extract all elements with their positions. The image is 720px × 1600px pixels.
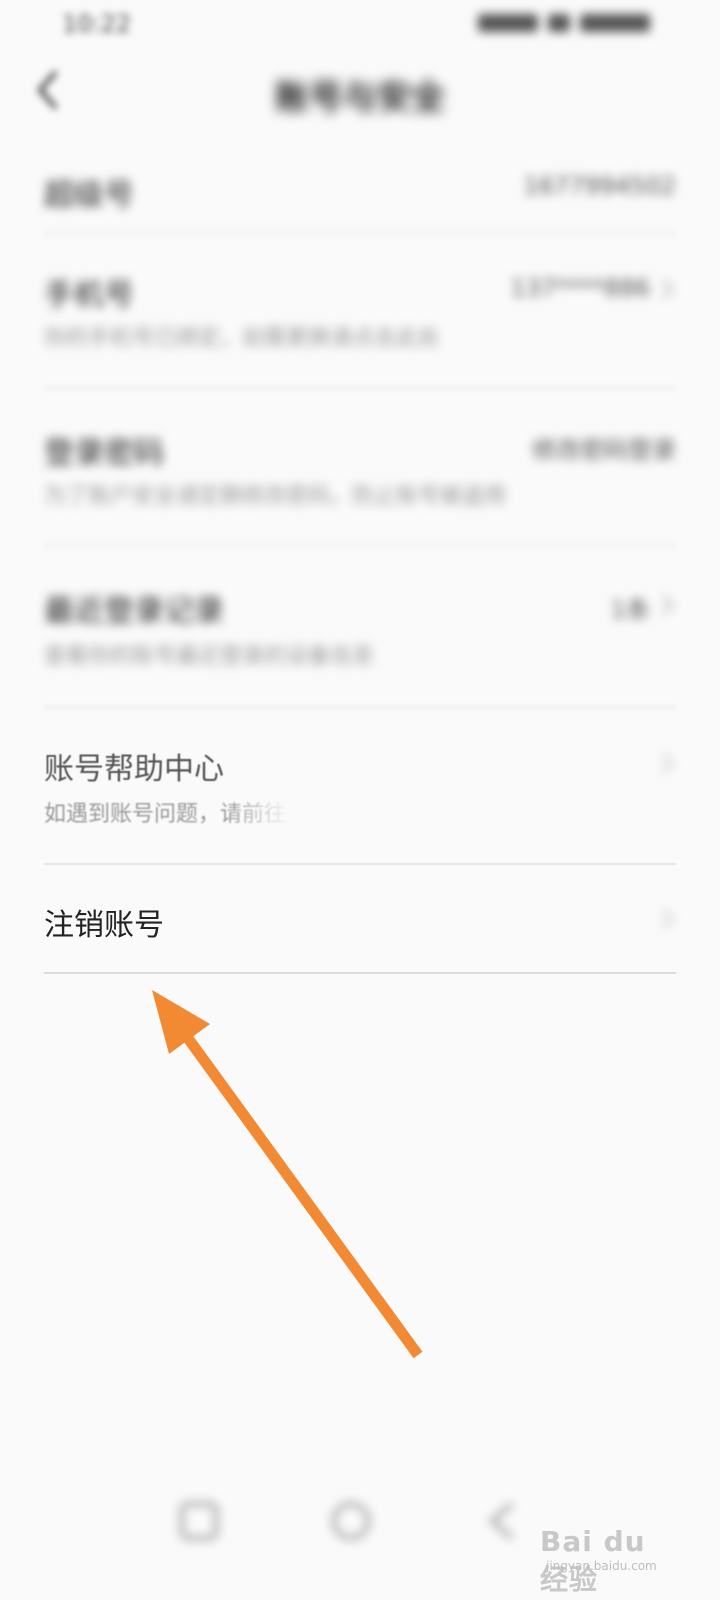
row-value: 1677994502 (523, 172, 676, 200)
watermark-url: jingyan.baidu.com (546, 1559, 657, 1573)
page-title: 账号与安全 (275, 78, 445, 118)
back-icon[interactable] (480, 1498, 526, 1544)
home-icon[interactable] (328, 1498, 374, 1544)
row-label: 手机号 (44, 278, 134, 313)
divider (44, 863, 676, 865)
row-label: 超级号 (44, 178, 134, 213)
row-value: 1条 (610, 596, 650, 624)
row-subtitle: 查看你的账号最近登录的设备信息 (44, 644, 375, 669)
row-subtitle: 为了账户安全请定期修改密码，防止账号被盗用 (44, 484, 507, 509)
settings-row-login-history[interactable]: 最近登录记录 查看你的账号最近登录的设备信息 1条 (44, 586, 676, 686)
settings-row-account-id[interactable]: 超级号 1677994502 (44, 162, 676, 252)
chevron-right-icon (661, 908, 675, 930)
row-subtitle: 如遇到账号问题，请前往寻求帮助 (44, 802, 375, 827)
row-label: 注销账号 (44, 908, 164, 943)
row-value: 137****886 (510, 274, 650, 302)
baidu-jingyan-watermark: Bai du 经验 jingyan.baidu.com (540, 1515, 676, 1596)
chevron-right-icon (661, 594, 675, 616)
recents-icon[interactable] (176, 1498, 222, 1544)
divider (44, 232, 676, 234)
chevron-right-icon (661, 752, 675, 774)
battery-icon (580, 14, 650, 32)
status-time: 10:22 (62, 10, 132, 38)
status-icons (410, 10, 650, 36)
row-label: 账号帮助中心 (44, 752, 224, 787)
row-label: 最近登录记录 (44, 594, 224, 629)
settings-row-help-center[interactable]: 账号帮助中心 如遇到账号问题，请前往寻求帮助 (44, 744, 676, 844)
signal-icon (478, 14, 538, 32)
divider (44, 387, 676, 389)
status-bar: 10:22 (0, 0, 720, 48)
wifi-icon (548, 14, 570, 32)
settings-row-password[interactable]: 登录密码 为了账户安全请定期修改密码，防止账号被盗用 修改密码登录 (44, 428, 676, 528)
chevron-right-icon (661, 278, 675, 300)
row-value: 修改密码登录 (532, 436, 676, 464)
row-label: 登录密码 (44, 436, 164, 471)
divider (44, 544, 676, 546)
divider (44, 706, 676, 708)
row-subtitle: 你的手机号已绑定，如需更换请点击此处 (44, 326, 441, 351)
settings-row-phone[interactable]: 手机号 你的手机号已绑定，如需更换请点击此处 137****886 (44, 270, 676, 370)
title-bar: 账号与安全 (0, 48, 720, 140)
divider (44, 972, 676, 974)
settings-row-deactivate-account[interactable]: 注销账号 (44, 900, 676, 970)
